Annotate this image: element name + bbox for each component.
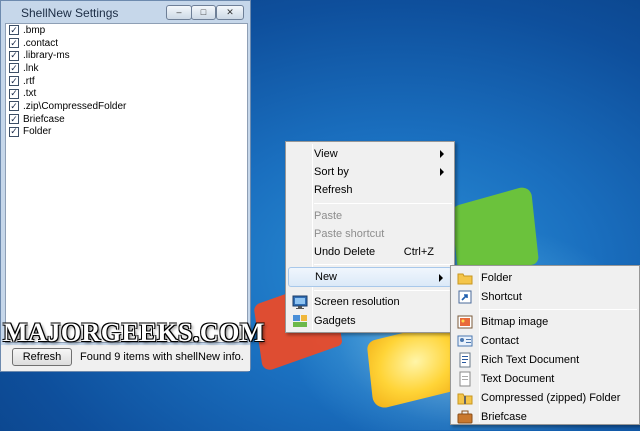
list-item-label: .contact (23, 37, 59, 49)
menu-item-paste-shortcut[interactable]: Paste shortcut (288, 224, 452, 244)
submenu-item-contact[interactable]: Contact (453, 331, 637, 351)
checkbox[interactable]: ✓ (9, 76, 19, 87)
list-item-label: .rtf (23, 75, 35, 87)
submenu-item-briefcase[interactable]: Briefcase (453, 407, 637, 427)
window-footer: Refresh Found 9 items with shellNew info… (1, 345, 250, 371)
bitmap-icon (457, 314, 473, 330)
menu-item-label: Bitmap image (481, 316, 549, 328)
submenu-item-text-document[interactable]: Text Document (453, 369, 637, 389)
list-item[interactable]: ✓ Folder (6, 126, 247, 139)
menu-item-gadgets[interactable]: Gadgets (288, 311, 452, 331)
checkbox[interactable]: ✓ (9, 25, 19, 36)
submenu-arrow-icon (440, 168, 444, 176)
gadgets-icon (292, 313, 308, 329)
refresh-button[interactable]: Refresh (12, 348, 72, 366)
menu-item-screen-resolution[interactable]: Screen resolution (288, 292, 452, 312)
checkbox[interactable]: ✓ (9, 88, 19, 99)
checkbox[interactable]: ✓ (9, 101, 19, 112)
list-item-label: .bmp (23, 24, 46, 36)
desktop-context-menu: View Sort by Refresh Paste Paste shortcu… (285, 141, 455, 333)
close-button[interactable]: ✕ (216, 5, 244, 20)
menu-separator (479, 309, 637, 310)
list-item[interactable]: ✓ .lnk (6, 62, 247, 75)
menu-item-label: Sort by (314, 166, 349, 178)
list-item[interactable]: ✓ .txt (6, 87, 247, 100)
status-text: Found 9 items with shellNew info. (80, 351, 244, 363)
submenu-arrow-icon (440, 150, 444, 158)
menu-separator (314, 290, 452, 291)
menu-item-paste[interactable]: Paste (288, 206, 452, 226)
maximize-icon: □ (200, 7, 207, 17)
minimize-button[interactable]: – (166, 5, 192, 20)
menu-item-label: Shortcut (481, 291, 522, 303)
shellnew-list[interactable]: ✓ .bmp ✓ .contact ✓ .library-ms ✓ .lnk ✓ .rtf… (5, 23, 248, 343)
menu-item-label: Rich Text Document (481, 354, 580, 366)
list-item[interactable]: ✓ .zip\CompressedFolder (6, 100, 247, 113)
list-item-label: .zip\CompressedFolder (23, 100, 127, 112)
close-icon: ✕ (226, 7, 234, 17)
list-item[interactable]: ✓ Briefcase (6, 113, 247, 126)
checkbox[interactable]: ✓ (9, 63, 19, 74)
menu-item-refresh[interactable]: Refresh (288, 180, 452, 200)
list-item[interactable]: ✓ .bmp (6, 24, 247, 37)
shortcut-icon (457, 289, 473, 305)
menu-item-shortcut: Ctrl+Z (403, 246, 434, 258)
menu-separator (314, 203, 452, 204)
menu-item-label: New (315, 271, 338, 283)
menu-item-label: Briefcase (481, 411, 527, 423)
menu-item-undo-delete[interactable]: Undo Delete Ctrl+Z (288, 242, 452, 262)
menu-item-label: Refresh (314, 184, 353, 196)
menu-item-label: Text Document (481, 373, 555, 385)
checkbox[interactable]: ✓ (9, 38, 19, 49)
checkbox[interactable]: ✓ (9, 114, 19, 125)
list-item-label: .library-ms (23, 50, 70, 62)
folder-icon (457, 270, 473, 286)
contact-icon (457, 333, 473, 349)
menu-item-label: Undo Delete (314, 246, 376, 258)
briefcase-icon (457, 409, 473, 425)
minimize-icon: – (176, 7, 182, 17)
rich-text-icon (457, 352, 473, 368)
majorgeeks-watermark: MAJORGEEKS.COM (3, 318, 265, 347)
menu-item-label: Screen resolution (314, 296, 400, 308)
menu-separator (314, 264, 452, 265)
menu-item-label: Contact (481, 335, 519, 347)
menu-item-label: Paste shortcut (314, 228, 385, 240)
list-item-label: .txt (23, 88, 37, 100)
maximize-button[interactable]: □ (191, 5, 216, 20)
window-title: ShellNew Settings (21, 6, 119, 20)
title-bar[interactable]: ShellNew Settings – □ ✕ (1, 1, 250, 23)
menu-item-label: Folder (481, 272, 513, 284)
submenu-item-rich-text-document[interactable]: Rich Text Document (453, 350, 637, 370)
list-item[interactable]: ✓ .library-ms (6, 49, 247, 62)
new-submenu: Folder Shortcut Bitmap image Contact Ric… (450, 265, 640, 425)
checkbox[interactable]: ✓ (9, 126, 19, 137)
submenu-item-compressed-folder[interactable]: Compressed (zipped) Folder (453, 388, 637, 408)
menu-item-label: Gadgets (314, 315, 356, 327)
list-item[interactable]: ✓ .contact (6, 37, 247, 50)
menu-item-label: View (314, 148, 338, 160)
zip-folder-icon (457, 390, 473, 406)
screen-resolution-icon (292, 294, 308, 310)
list-item[interactable]: ✓ .rtf (6, 75, 247, 88)
menu-item-view[interactable]: View (288, 144, 452, 164)
list-item-label: Briefcase (23, 113, 65, 125)
shellnew-settings-window: ShellNew Settings – □ ✕ ✓ .bmp ✓ .contact … (0, 0, 251, 372)
menu-item-sort-by[interactable]: Sort by (288, 162, 452, 182)
list-item-label: .lnk (23, 62, 39, 74)
text-document-icon (457, 371, 473, 387)
submenu-arrow-icon (439, 274, 443, 282)
checkbox[interactable]: ✓ (9, 50, 19, 61)
list-item-label: Folder (23, 126, 52, 138)
submenu-item-folder[interactable]: Folder (453, 268, 637, 288)
submenu-item-shortcut[interactable]: Shortcut (453, 287, 637, 307)
submenu-item-bitmap-image[interactable]: Bitmap image (453, 312, 637, 332)
menu-item-label: Paste (314, 210, 343, 222)
menu-item-label: Compressed (zipped) Folder (481, 392, 621, 404)
menu-item-new[interactable]: New (288, 267, 452, 287)
